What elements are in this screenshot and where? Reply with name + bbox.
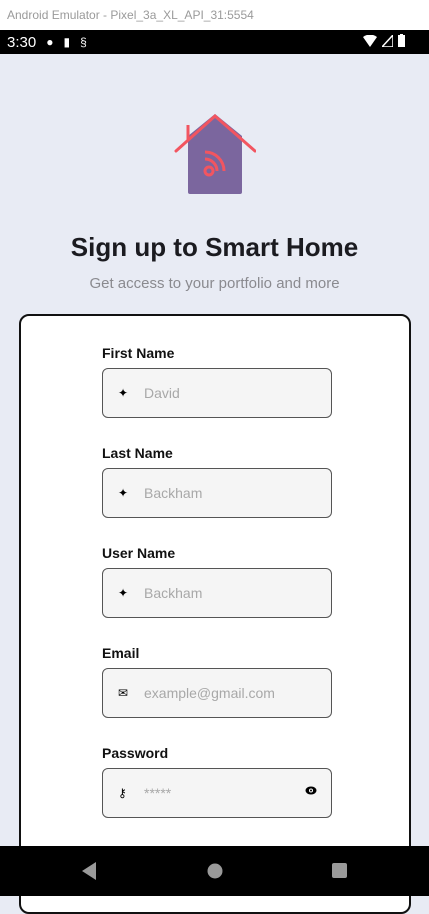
field-label: Email [102, 645, 140, 661]
password-input[interactable]: ⚷ ***** [102, 768, 332, 818]
first-name-input[interactable]: ✦ David [102, 368, 332, 418]
pin-icon: ✦ [118, 586, 129, 600]
recents-button[interactable] [332, 863, 347, 878]
user-name-input[interactable]: ✦ Backham [102, 568, 332, 618]
key-icon: ⚷ [118, 786, 127, 800]
signal-icon [382, 34, 393, 47]
pin-icon: ✦ [118, 386, 129, 400]
app-icon: ● [46, 35, 54, 49]
sim-icon: § [80, 35, 87, 49]
field-label: Password [102, 745, 169, 761]
password-field: Password ⚷ ***** [102, 745, 332, 818]
last-name-field: Last Name ✦ Backham [102, 445, 332, 518]
first-name-field: First Name ✦ David [102, 345, 332, 418]
home-button[interactable] [207, 863, 223, 879]
field-label: User Name [102, 545, 176, 561]
status-bar: 3:30 ● ▮ § [0, 30, 429, 54]
user-name-field: User Name ✦ Backham [102, 545, 332, 618]
field-label: First Name [102, 345, 175, 361]
page-title: Sign up to Smart Home [70, 232, 359, 262]
smart-home-logo [174, 114, 256, 194]
page-subtitle: Get access to your portfolio and more [89, 275, 340, 292]
back-button[interactable] [82, 862, 96, 880]
navigation-bar [0, 846, 429, 896]
battery-icon [398, 34, 405, 47]
wifi-icon [363, 34, 377, 47]
field-label: Last Name [102, 445, 173, 461]
signup-form: First Name ✦ David Last Name ✦ Backham Use… [19, 314, 411, 914]
sd-card-icon: ▮ [63, 35, 71, 49]
status-time: 3:30 [7, 33, 37, 51]
mail-icon: ✉ [118, 686, 129, 700]
email-input[interactable]: ✉ example@gmail.com [102, 668, 332, 718]
pin-icon: ✦ [118, 486, 129, 500]
eye-icon[interactable] [305, 786, 317, 795]
last-name-input[interactable]: ✦ Backham [102, 468, 332, 518]
email-field: Email ✉ example@gmail.com [102, 645, 332, 718]
window-title: Android Emulator - Pixel_3a_XL_API_31:55… [0, 0, 429, 30]
